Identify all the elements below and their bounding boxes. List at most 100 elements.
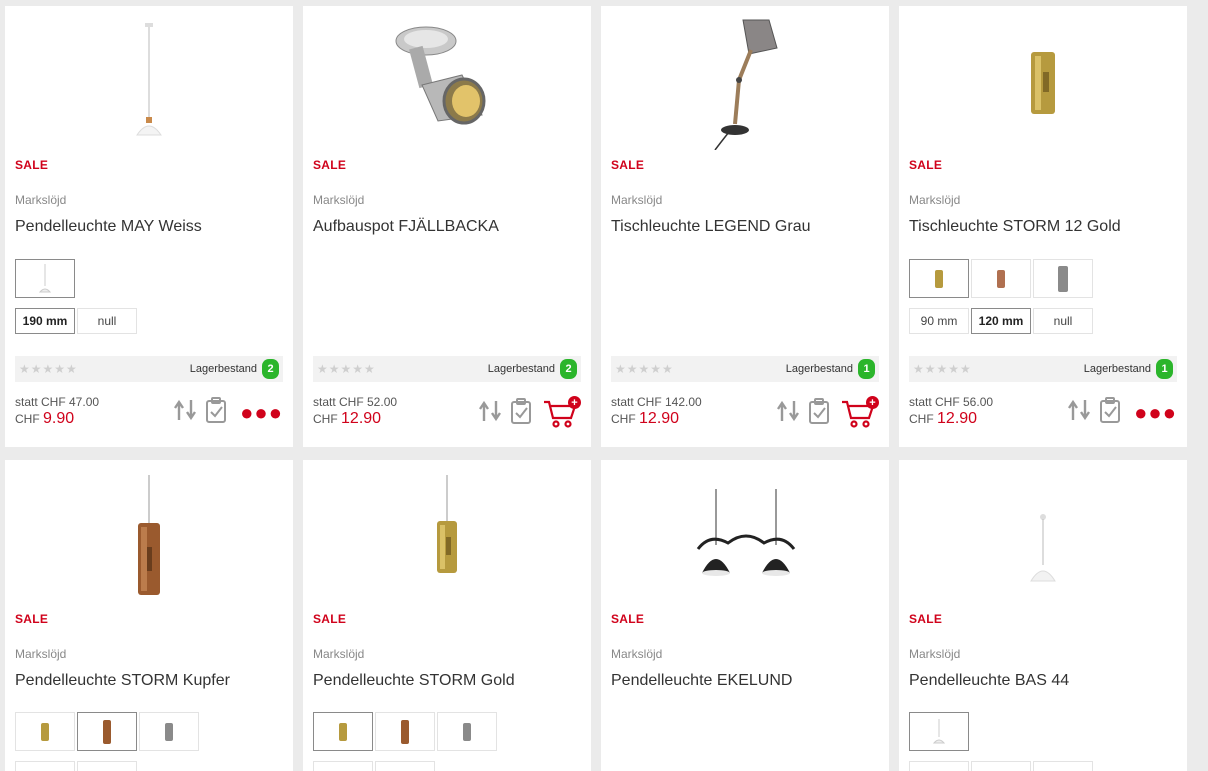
stock-count-badge: 1	[1156, 359, 1173, 379]
old-price: statt CHF 56.00	[909, 395, 994, 409]
product-image[interactable]	[303, 468, 591, 608]
currency: CHF	[15, 412, 40, 426]
product-title[interactable]: Aufbauspot FJÄLLBACKA	[313, 218, 499, 236]
product-title[interactable]: Pendelleuchte BAS 44	[909, 672, 1069, 690]
price-block: statt CHF 52.00 CHF 12.90	[313, 395, 397, 428]
size-option[interactable]: 190 mm	[15, 308, 75, 334]
sale-label: SALE	[611, 612, 645, 626]
size-option[interactable]: null	[77, 308, 137, 334]
product-image[interactable]	[899, 468, 1187, 608]
notepad-icon[interactable]	[204, 396, 228, 429]
variant-swatch-copper[interactable]	[77, 712, 137, 751]
cart-add-badge: +	[568, 396, 581, 409]
size-option[interactable]	[15, 761, 75, 771]
product-image[interactable]	[303, 12, 591, 152]
size-options: 190 mm null	[15, 308, 137, 334]
variant-swatch-gold[interactable]	[909, 259, 969, 298]
product-title[interactable]: Pendelleuchte STORM Gold	[313, 672, 515, 690]
product-grid: SALE Markslöjd Pendelleuchte MAY Weiss 1…	[0, 0, 1208, 771]
brand-name: Markslöjd	[909, 647, 961, 661]
product-card[interactable]: SALE Markslöjd Pendelleuchte MAY Weiss 1…	[5, 6, 293, 447]
variant-swatch-chrome[interactable]	[437, 712, 497, 751]
product-image[interactable]	[601, 12, 889, 152]
size-option[interactable]	[971, 761, 1031, 771]
brand-name: Markslöjd	[15, 647, 67, 661]
sale-label: SALE	[313, 612, 347, 626]
variant-swatch-gold[interactable]	[313, 712, 373, 751]
variant-swatches	[909, 259, 1093, 298]
size-option[interactable]	[313, 761, 373, 771]
size-option[interactable]	[375, 761, 435, 771]
notepad-icon[interactable]	[807, 397, 831, 430]
notepad-icon[interactable]	[1098, 396, 1122, 429]
variant-swatch-chrome[interactable]	[1033, 259, 1093, 298]
rating-stock-bar: ★★★★★ Lagerbestand 2	[313, 356, 581, 382]
product-card[interactable]: SALE Markslöjd Tischleuchte LEGEND Grau …	[601, 6, 889, 447]
product-image[interactable]	[5, 468, 293, 608]
add-to-cart-button[interactable]: +	[543, 396, 581, 430]
rating-stars[interactable]: ★★★★★	[317, 362, 376, 376]
new-price-value: 12.90	[937, 410, 978, 427]
variant-swatch-gold[interactable]	[15, 712, 75, 751]
size-option[interactable]	[909, 761, 969, 771]
variant-swatches	[15, 259, 75, 298]
size-option[interactable]	[1033, 761, 1093, 771]
product-card[interactable]: SALE Markslöjd Pendelleuchte STORM Gold	[303, 460, 591, 771]
sale-label: SALE	[15, 612, 49, 626]
compare-icon[interactable]	[1066, 396, 1092, 429]
product-image[interactable]	[5, 12, 293, 152]
compare-icon[interactable]	[172, 396, 198, 429]
stock-count-badge: 2	[560, 359, 577, 379]
variant-swatches	[909, 712, 969, 751]
variant-swatch-copper[interactable]	[971, 259, 1031, 298]
brand-name: Markslöjd	[15, 193, 67, 207]
rating-stars[interactable]: ★★★★★	[19, 362, 78, 376]
size-options	[313, 761, 435, 771]
new-price: CHF 12.90	[313, 410, 397, 428]
sale-label: SALE	[909, 158, 943, 172]
size-options	[15, 761, 137, 771]
product-title[interactable]: Pendelleuchte STORM Kupfer	[15, 672, 230, 690]
sale-label: SALE	[313, 158, 347, 172]
product-actions: +	[477, 396, 581, 430]
rating-stars[interactable]: ★★★★★	[913, 362, 972, 376]
product-title[interactable]: Pendelleuchte MAY Weiss	[15, 218, 202, 236]
stock-label: Lagerbestand	[1083, 363, 1151, 375]
product-actions: ●●●	[1066, 396, 1177, 429]
size-option[interactable]	[77, 761, 137, 771]
product-title[interactable]: Pendelleuchte EKELUND	[611, 672, 792, 690]
product-card[interactable]: SALE Markslöjd Aufbauspot FJÄLLBACKA ★★★…	[303, 6, 591, 447]
currency: CHF	[313, 412, 338, 426]
more-dots-icon[interactable]: ●●●	[1134, 401, 1177, 424]
product-image[interactable]	[899, 12, 1187, 152]
compare-icon[interactable]	[775, 397, 801, 430]
brand-name: Markslöjd	[909, 193, 961, 207]
brand-name: Markslöjd	[313, 647, 365, 661]
notepad-icon[interactable]	[509, 397, 533, 430]
product-card[interactable]: SALE Markslöjd Pendelleuchte STORM Kupfe…	[5, 460, 293, 771]
price-block: statt CHF 47.00 CHF 9.90	[15, 395, 99, 428]
add-to-cart-button[interactable]: +	[841, 396, 879, 430]
more-dots-icon[interactable]: ●●●	[240, 401, 283, 424]
size-option[interactable]: 90 mm	[909, 308, 969, 334]
rating-stars[interactable]: ★★★★★	[615, 362, 674, 376]
compare-icon[interactable]	[477, 397, 503, 430]
product-card[interactable]: SALE Markslöjd Pendelleuchte EKELUND	[601, 460, 889, 771]
variant-swatch[interactable]	[909, 712, 969, 751]
product-title[interactable]: Tischleuchte STORM 12 Gold	[909, 218, 1121, 236]
product-card[interactable]: SALE Markslöjd Tischleuchte STORM 12 Gol…	[899, 6, 1187, 447]
product-card[interactable]: SALE Markslöjd Pendelleuchte BAS 44	[899, 460, 1187, 771]
size-option[interactable]: 120 mm	[971, 308, 1031, 334]
variant-swatch-copper[interactable]	[375, 712, 435, 751]
variant-swatch-chrome[interactable]	[139, 712, 199, 751]
variant-swatch[interactable]	[15, 259, 75, 298]
sale-label: SALE	[909, 612, 943, 626]
product-image[interactable]	[601, 468, 889, 608]
stock-count-badge: 2	[262, 359, 279, 379]
product-title[interactable]: Tischleuchte LEGEND Grau	[611, 218, 810, 236]
stock-label: Lagerbestand	[189, 363, 257, 375]
price-block: statt CHF 56.00 CHF 12.90	[909, 395, 993, 428]
brand-name: Markslöjd	[313, 193, 365, 207]
new-price: CHF 12.90	[909, 410, 993, 428]
size-option[interactable]: null	[1033, 308, 1093, 334]
